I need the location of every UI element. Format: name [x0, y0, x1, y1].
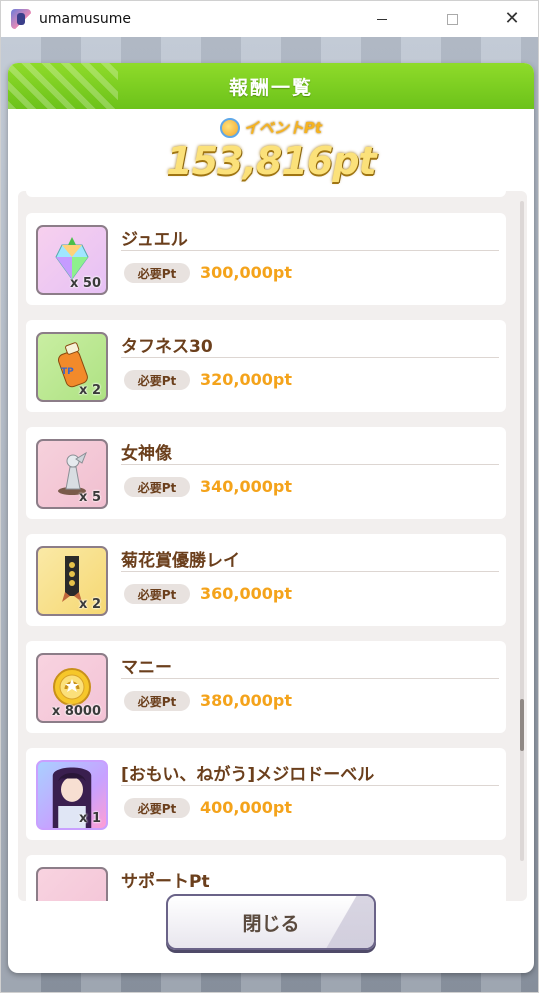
window-title: umamusume [39, 11, 132, 27]
reward-item[interactable]: x 8000 マニー 必要Pt 380,000pt [26, 641, 506, 733]
reward-thumbnail: x 8000 [36, 653, 108, 723]
app-icon [11, 9, 31, 29]
required-pt-value: 340,000pt [200, 477, 292, 496]
required-pt-badge: 必要Pt [124, 263, 190, 283]
reward-quantity: x 2 [79, 597, 101, 612]
maximize-button[interactable] [429, 1, 475, 37]
minimize-button[interactable] [359, 1, 405, 37]
reward-name: [おもい、ねがう]メジロドーベル [121, 765, 375, 785]
event-points-label: イベントPt [243, 119, 323, 137]
reward-thumbnail: x 5 [36, 439, 108, 509]
reward-quantity: x 50 [69, 276, 101, 291]
event-points-label-row: イベントPt [8, 117, 534, 138]
reward-quantity: x 2 [79, 383, 101, 398]
reward-thumbnail [36, 867, 108, 901]
reward-thumbnail: x 50 [36, 225, 108, 295]
event-pt-icon [219, 117, 240, 138]
required-pt-badge: 必要Pt [124, 798, 190, 818]
divider [121, 785, 499, 786]
reward-name: マニー [121, 658, 172, 678]
divider [121, 357, 499, 358]
divider [121, 678, 499, 679]
minimize-icon [377, 18, 387, 20]
scrollbar-thumb[interactable] [520, 699, 524, 751]
close-window-button[interactable]: ✕ [489, 1, 535, 37]
scrollbar-track[interactable] [520, 201, 524, 861]
reward-item[interactable]: x 50 ジュエル 必要Pt 300,000pt [26, 213, 506, 305]
reward-item[interactable]: x 2 菊花賞優勝レイ 必要Pt 360,000pt [26, 534, 506, 626]
title-bar[interactable]: umamusume ✕ [1, 1, 538, 37]
divider [121, 464, 499, 465]
reward-quantity: x 5 [79, 490, 101, 505]
reward-quantity: x 1 [79, 811, 101, 826]
dialog-title: 報酬一覧 [228, 76, 313, 99]
close-button-label: 閉じる [242, 912, 300, 935]
reward-item[interactable]: x 5 女神像 必要Pt 340,000pt [26, 427, 506, 519]
reward-list-dialog: 報酬一覧 イベントPt 153,816pt x 50 ジュエル 必要Pt 300… [8, 63, 534, 973]
required-pt-badge: 必要Pt [124, 477, 190, 497]
required-pt-badge: 必要Pt [124, 370, 190, 390]
required-pt-value: 400,000pt [200, 798, 292, 817]
reward-quantity: x 8000 [51, 704, 101, 719]
reward-thumbnail: TP x 2 [36, 332, 108, 402]
dialog-header: 報酬一覧 [8, 63, 534, 109]
maximize-icon [446, 13, 458, 25]
required-pt-value: 320,000pt [200, 370, 292, 389]
list-item [26, 191, 506, 197]
required-pt-badge: 必要Pt [124, 691, 190, 711]
required-pt-badge: 必要Pt [124, 584, 190, 604]
event-points-panel: イベントPt 153,816pt [8, 109, 534, 191]
required-pt-value: 360,000pt [200, 584, 292, 603]
reward-item[interactable]: TP x 2 タフネス30 必要Pt 320,000pt [26, 320, 506, 412]
reward-list[interactable]: x 50 ジュエル 必要Pt 300,000pt TP x 2 タフネス30 必… [18, 191, 527, 901]
required-pt-value: 300,000pt [200, 263, 292, 282]
close-icon: ✕ [504, 8, 520, 29]
reward-name: 女神像 [121, 444, 172, 464]
required-pt-value: 380,000pt [200, 691, 292, 710]
svg-text:TP: TP [61, 367, 74, 377]
reward-name: タフネス30 [121, 337, 213, 357]
app-window: umamusume ✕ 報酬一覧 イベントPt 153,816pt x 50 ジ… [0, 0, 539, 993]
total-points: 153,816pt [166, 139, 376, 183]
reward-item[interactable]: x 1 [おもい、ねがう]メジロドーベル 必要Pt 400,000pt [26, 748, 506, 840]
reward-name: サポートPt [121, 872, 210, 892]
reward-name: 菊花賞優勝レイ [121, 551, 240, 571]
reward-name: ジュエル [121, 230, 188, 250]
divider [121, 571, 499, 572]
game-area: 報酬一覧 イベントPt 153,816pt x 50 ジュエル 必要Pt 300… [1, 37, 538, 992]
reward-thumbnail: x 1 [36, 760, 108, 830]
reward-thumbnail: x 2 [36, 546, 108, 616]
divider [121, 250, 499, 251]
close-button[interactable]: 閉じる [166, 894, 376, 950]
